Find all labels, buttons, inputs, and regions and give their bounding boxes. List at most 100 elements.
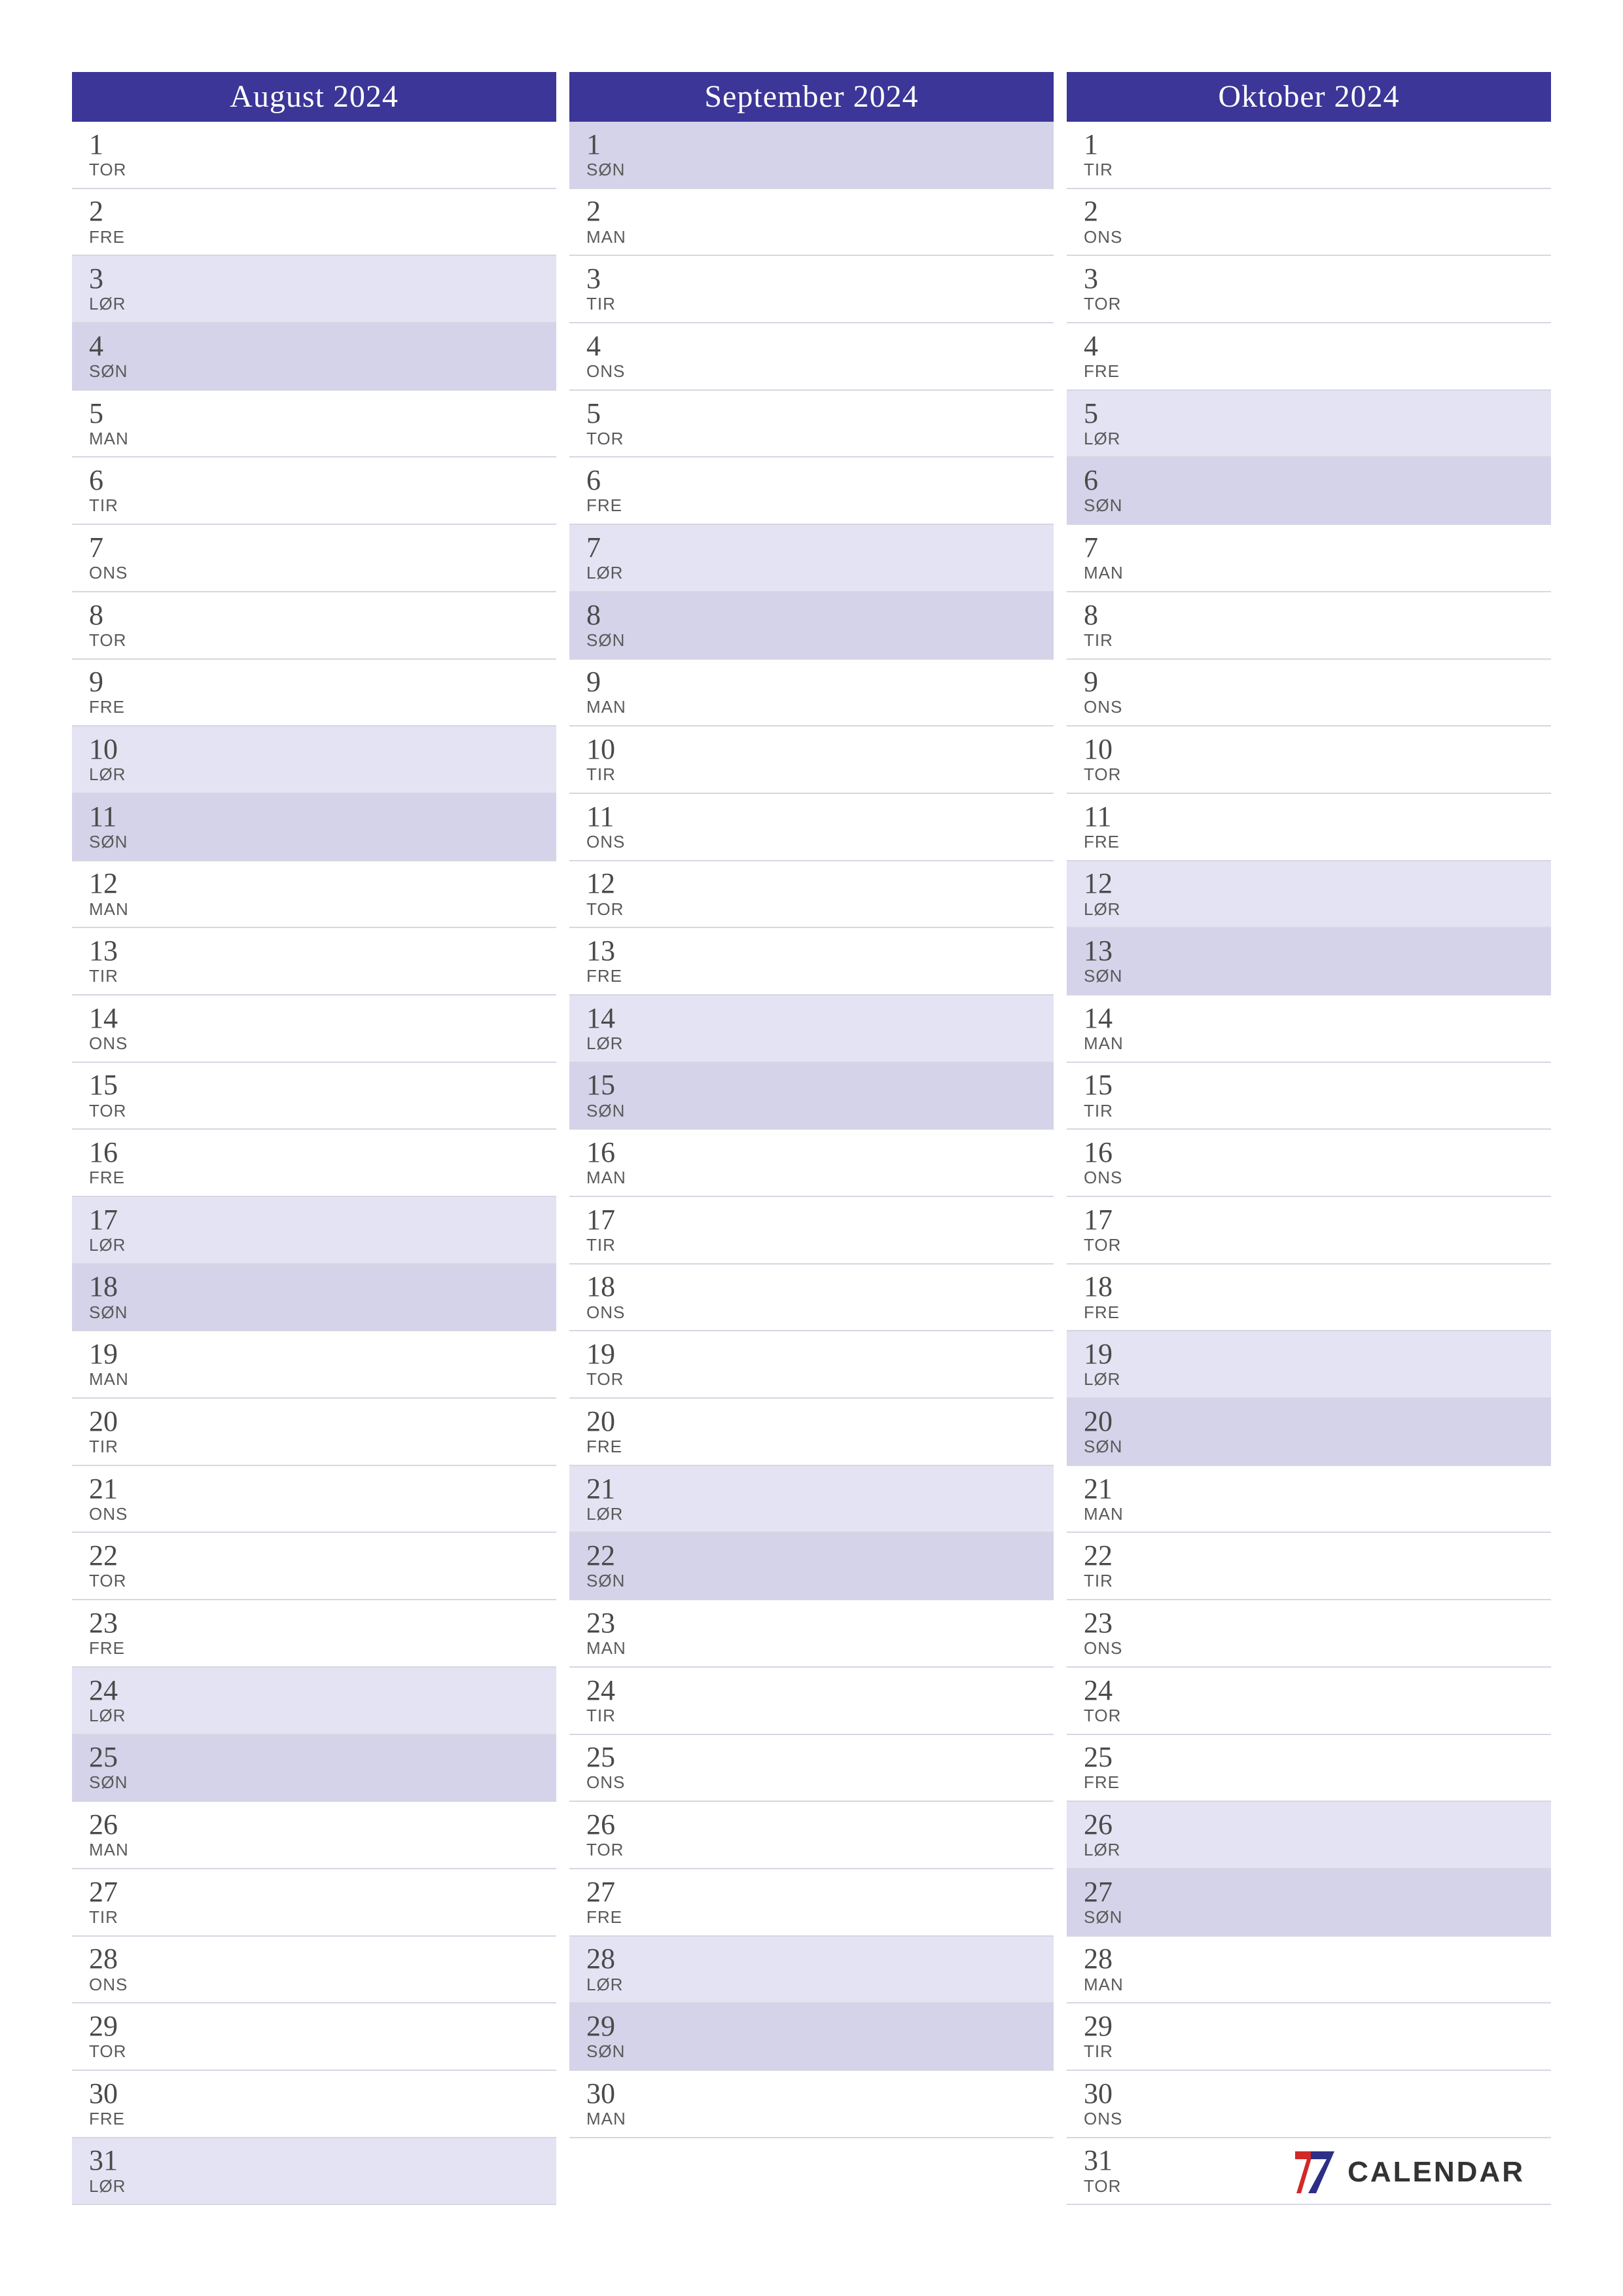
day-row: 28LØR [569,1937,1054,2004]
day-number: 4 [586,331,1054,361]
day-of-week-label: MAN [586,697,1054,717]
day-number: 14 [1084,1003,1551,1033]
day-number: 1 [586,130,1054,160]
day-of-week-label: TIR [89,1437,556,1457]
day-of-week-label: LØR [89,764,556,785]
day-of-week-label: ONS [89,1975,556,1995]
day-number: 9 [1084,667,1551,697]
day-row: 15SØN [569,1063,1054,1130]
day-of-week-label: MAN [586,2109,1054,2129]
day-row: 7MAN [1067,525,1551,592]
day-row: 2MAN [569,189,1054,257]
day-row: 16MAN [569,1130,1054,1197]
day-number: 1 [89,130,556,160]
day-of-week-label: SØN [1084,1437,1551,1457]
day-of-week-label: ONS [1084,1168,1551,1188]
day-row: 11FRE [1067,794,1551,861]
day-of-week-label: TOR [586,429,1054,449]
day-row: 18FRE [1067,1265,1551,1332]
day-number: 15 [1084,1070,1551,1100]
day-number: 13 [89,936,556,966]
day-row: 3LØR [72,256,556,323]
day-row: 5LØR [1067,391,1551,458]
day-row: 8SØN [569,592,1054,660]
day-number: 5 [1084,399,1551,429]
day-row: 16FRE [72,1130,556,1197]
day-row: 20TIR [72,1399,556,1466]
day-number: 30 [1084,2079,1551,2109]
day-row: 26LØR [1067,1802,1551,1869]
seven-icon [1294,2150,1336,2195]
day-of-week-label: TOR [586,1369,1054,1390]
day-number: 16 [89,1138,556,1168]
day-number: 3 [89,264,556,294]
day-of-week-label: TOR [89,1101,556,1121]
day-of-week-label: TIR [586,1235,1054,1255]
day-of-week-label: ONS [89,1033,556,1054]
day-number: 11 [89,802,556,832]
day-of-week-label: TOR [586,899,1054,920]
day-number: 28 [586,1944,1054,1974]
day-of-week-label: FRE [89,697,556,717]
day-row: 15TOR [72,1063,556,1130]
day-number: 22 [586,1541,1054,1571]
day-of-week-label: MAN [1084,1033,1551,1054]
day-of-week-label: LØR [586,1504,1054,1524]
day-number: 19 [1084,1339,1551,1369]
day-number: 18 [586,1272,1054,1302]
day-number: 25 [586,1742,1054,1772]
day-row: 6SØN [1067,457,1551,525]
day-number: 22 [1084,1541,1551,1571]
day-row: 3TOR [1067,256,1551,323]
day-number: 27 [89,1877,556,1907]
day-of-week-label: ONS [89,1504,556,1524]
day-of-week-label: TIR [89,495,556,516]
day-number: 30 [586,2079,1054,2109]
day-row: 1TIR [1067,122,1551,189]
day-number: 24 [89,1676,556,1706]
day-of-week-label: ONS [586,361,1054,382]
day-row: 3TIR [569,256,1054,323]
day-row: 20FRE [569,1399,1054,1466]
day-row: 24LØR [72,1668,556,1735]
day-of-week-label: ONS [586,832,1054,852]
day-of-week-label: TOR [1084,1235,1551,1255]
day-row: 28MAN [1067,1937,1551,2004]
day-of-week-label: LØR [89,294,556,314]
day-number: 13 [1084,936,1551,966]
day-of-week-label: FRE [1084,1302,1551,1323]
day-row: 8TIR [1067,592,1551,660]
day-of-week-label: FRE [586,1437,1054,1457]
day-number: 6 [89,465,556,495]
day-number: 23 [586,1608,1054,1638]
day-number: 15 [89,1070,556,1100]
day-of-week-label: LØR [586,1975,1054,1995]
day-number: 10 [1084,734,1551,764]
day-of-week-label: LØR [1084,899,1551,920]
day-row: 6TIR [72,457,556,525]
day-number: 12 [1084,869,1551,899]
brand-logo: CALENDAR [1294,2150,1525,2195]
day-number: 5 [586,399,1054,429]
day-row: 12TOR [569,861,1054,929]
day-row: 13SØN [1067,928,1551,996]
day-row: 25FRE [1067,1735,1551,1803]
day-of-week-label: FRE [586,1907,1054,1928]
day-number: 2 [1084,196,1551,226]
day-number: 6 [1084,465,1551,495]
day-row: 23ONS [1067,1600,1551,1668]
day-row: 24TOR [1067,1668,1551,1735]
day-of-week-label: LØR [1084,429,1551,449]
day-of-week-label: TIR [1084,2041,1551,2062]
month-header: September 2024 [569,72,1054,122]
day-row: 4FRE [1067,323,1551,391]
day-number: 17 [1084,1205,1551,1235]
day-number: 7 [89,533,556,563]
day-of-week-label: MAN [89,1369,556,1390]
day-row: 9FRE [72,660,556,727]
day-row: 11SØN [72,794,556,861]
day-of-week-label: TOR [89,160,556,180]
day-number: 3 [586,264,1054,294]
day-of-week-label: FRE [1084,1772,1551,1793]
day-number: 31 [89,2145,556,2176]
